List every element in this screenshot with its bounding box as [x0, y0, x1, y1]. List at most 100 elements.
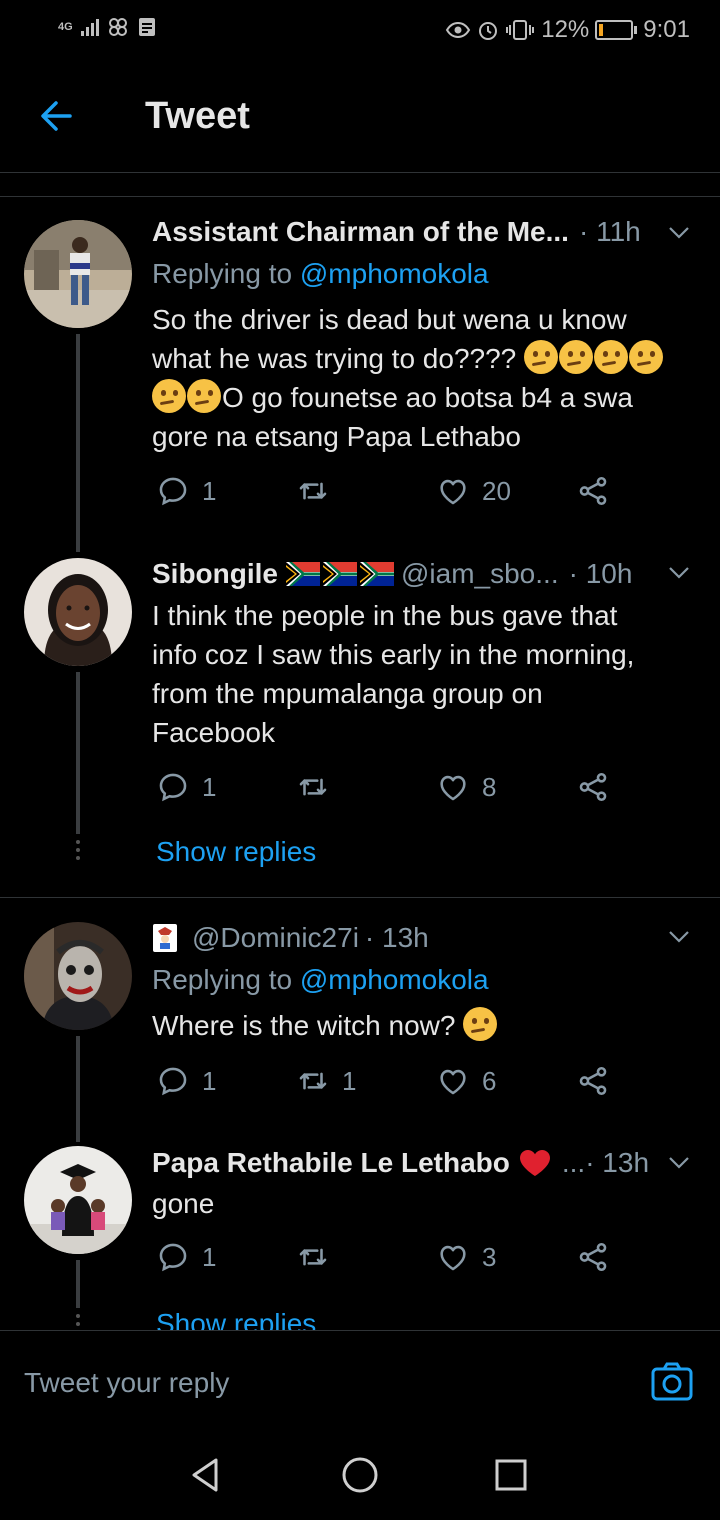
south-africa-flag-icon — [323, 562, 357, 586]
tweet-actions: 1 3 — [152, 1240, 622, 1280]
share-icon — [576, 474, 610, 508]
like-button[interactable]: 6 — [436, 1064, 496, 1098]
display-name[interactable]: Sibongile — [152, 558, 278, 590]
signal-icon — [80, 18, 99, 36]
reply-icon — [156, 474, 190, 508]
chevron-down-icon[interactable] — [668, 930, 690, 944]
nav-recents-icon[interactable] — [494, 1458, 528, 1492]
show-replies-link[interactable]: Show replies — [156, 836, 316, 868]
chevron-down-icon[interactable] — [668, 566, 690, 580]
text-line: Facebook — [152, 717, 275, 748]
display-name[interactable]: Papa Rethabile Le Lethabo — [152, 1147, 510, 1179]
like-button[interactable]: 8 — [436, 770, 496, 804]
text-line: I think the people in the bus gave that — [152, 600, 618, 631]
avatar[interactable] — [24, 220, 132, 328]
reply-count: 1 — [202, 475, 217, 506]
display-name[interactable]: Assistant Chairman of the Me... — [152, 216, 569, 248]
reply-button[interactable]: 1 — [156, 1240, 216, 1274]
reply-button[interactable]: 1 — [156, 770, 216, 804]
tweet-text: gone — [152, 1184, 692, 1223]
like-button[interactable]: 3 — [436, 1240, 496, 1274]
tweet-actions: 1 1 6 — [152, 1064, 622, 1104]
retweet-button[interactable]: 1 — [296, 1064, 356, 1098]
thread-line — [76, 1260, 80, 1308]
chevron-down-icon[interactable] — [668, 226, 690, 240]
thinking-emoji-icon — [629, 340, 664, 374]
back-arrow-icon[interactable] — [36, 94, 76, 138]
heart-icon — [436, 770, 470, 804]
timestamp: · 10h — [568, 558, 633, 589]
clock: 9:01 — [643, 16, 690, 43]
text-line: info coz I saw this early in the morning… — [152, 639, 635, 670]
reply-button[interactable]: 1 — [156, 1064, 216, 1098]
status-right: 12% 9:01 — [445, 16, 690, 44]
avatar[interactable] — [24, 558, 132, 666]
south-africa-flag-icon — [286, 562, 320, 586]
text-line: what he was trying to do???? — [152, 343, 517, 374]
handle[interactable]: @Dominic27i — [192, 922, 359, 954]
retweet-icon — [296, 1240, 330, 1274]
top-app-bar — [0, 62, 720, 173]
tweet-header: Papa Rethabile Le Lethabo ... · 13h — [152, 1147, 649, 1179]
share-button[interactable] — [576, 1240, 610, 1274]
nav-home-icon[interactable] — [341, 1456, 379, 1494]
retweet-button[interactable] — [296, 1240, 342, 1274]
text-line-with-emoji: O go founetse ao botsa b4 a swa — [152, 378, 692, 417]
chevron-down-icon[interactable] — [668, 1156, 690, 1170]
heart-icon — [436, 474, 470, 508]
tweet-actions: 1 20 — [152, 474, 622, 514]
network-type: 4G — [58, 20, 73, 33]
nav-back-icon[interactable] — [186, 1455, 226, 1495]
thread-dots — [76, 840, 80, 864]
battery-percent: 12% — [541, 16, 590, 43]
tweet-header: Assistant Chairman of the Me... · 11h — [152, 216, 641, 248]
text-line: So the driver is dead but wena u know — [152, 304, 627, 335]
handle[interactable]: @iam_sbo... — [401, 558, 559, 590]
text-line: Where is the witch now? — [152, 1010, 456, 1041]
reply-icon — [156, 770, 190, 804]
timestamp: · 13h — [585, 1147, 650, 1178]
text-line: from the mpumalanga group on — [152, 678, 543, 709]
share-icon — [576, 770, 610, 804]
timestamp: · 11h — [578, 216, 641, 247]
share-button[interactable] — [576, 770, 610, 804]
replying-prefix: Replying to — [152, 258, 300, 289]
share-button[interactable] — [576, 1064, 610, 1098]
text-line-with-emoji: Where is the witch now? — [152, 1006, 692, 1045]
thinking-emoji-icon — [187, 379, 221, 413]
heart-icon — [436, 1064, 470, 1098]
reply-count: 1 — [202, 1065, 217, 1096]
avatar[interactable] — [24, 922, 132, 1030]
like-count: 8 — [482, 771, 497, 802]
handle[interactable]: ... — [562, 1147, 585, 1179]
thread-line — [76, 672, 80, 834]
like-count: 3 — [482, 1241, 497, 1272]
mention-link[interactable]: @mphomokola — [300, 964, 489, 995]
reply-input[interactable]: Tweet your reply — [24, 1367, 229, 1399]
alarm-icon — [479, 22, 498, 40]
replying-to: Replying to @mphomokola — [152, 258, 489, 290]
camera-icon[interactable] — [650, 1360, 694, 1404]
tweet-text: So the driver is dead but wena u know wh… — [152, 300, 692, 456]
retweet-icon — [296, 770, 330, 804]
like-count: 6 — [482, 1065, 497, 1096]
share-button[interactable] — [576, 474, 610, 508]
thinking-emoji-icon — [152, 379, 186, 413]
tweet-text: Where is the witch now? — [152, 1006, 692, 1045]
reply-button[interactable]: 1 — [156, 474, 216, 508]
thinking-emoji-icon — [559, 340, 594, 374]
mention-link[interactable]: @mphomokola — [300, 258, 489, 289]
status-bar: 4G 12% 9:01 — [0, 0, 720, 62]
share-icon — [576, 1240, 610, 1274]
retweet-button[interactable] — [296, 770, 342, 804]
thinking-emoji-icon — [524, 340, 559, 374]
notification-icon — [138, 18, 155, 36]
avatar[interactable] — [24, 1146, 132, 1254]
retweet-button[interactable] — [296, 474, 342, 508]
like-button[interactable]: 20 — [436, 474, 511, 508]
text-line: gore na etsang Papa Lethabo — [152, 421, 521, 452]
thinking-emoji-icon — [463, 1007, 498, 1041]
divider — [0, 196, 720, 197]
heart-icon — [436, 1240, 470, 1274]
eye-icon — [446, 21, 471, 39]
